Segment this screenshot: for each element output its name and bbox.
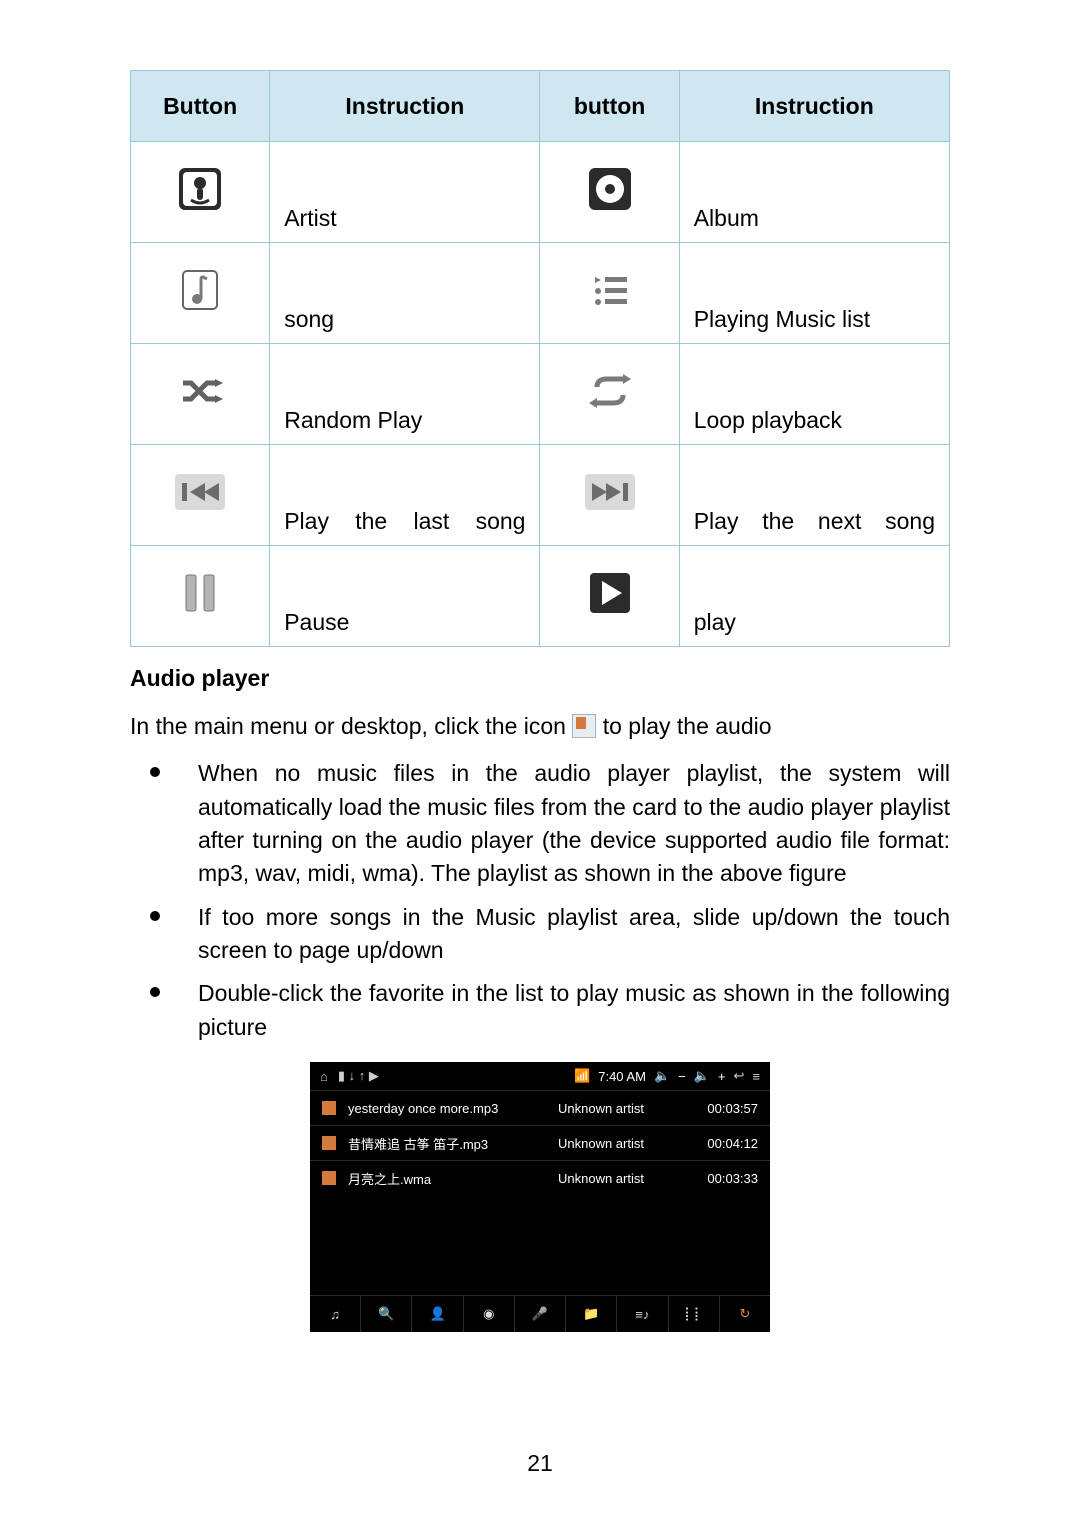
album-icon (587, 166, 633, 212)
track-duration: 00:04:12 (688, 1136, 758, 1151)
nav-settings-icon: ⡇⡇ (669, 1296, 720, 1332)
song-icon (177, 267, 223, 313)
nav-album-icon: ◉ (464, 1296, 515, 1332)
back-arrow-icon: ↩ (734, 1068, 745, 1084)
button-instruction-table: Button Instruction button Instruction Ar… (130, 70, 950, 647)
instr-loop: Loop playback (679, 344, 949, 445)
play-icon (590, 573, 630, 613)
audio-player-intro: In the main menu or desktop, click the i… (130, 710, 950, 743)
nav-search-icon: 🔍 (361, 1296, 412, 1332)
track-title: 月亮之上.wma (348, 1169, 558, 1188)
instr-artist: Artist (270, 142, 540, 243)
intro-after: to play the audio (603, 713, 772, 739)
nav-music-icon: ♫ (310, 1296, 361, 1332)
volume-up-icon: 🔈 (694, 1068, 710, 1084)
artist-icon (177, 166, 223, 212)
table-row: Artist Album (131, 142, 950, 243)
table-header-row: Button Instruction button Instruction (131, 71, 950, 142)
status-time: 7:40 AM (598, 1069, 646, 1084)
instr-random: Random Play (270, 344, 540, 445)
nav-folder-icon: 📁 (566, 1296, 617, 1332)
volume-down-icon: 🔈 (654, 1068, 670, 1084)
nav-playlist-icon: ≡♪ (617, 1296, 668, 1332)
instr-next: Play the next song (679, 445, 949, 546)
menu-icon: ≡ (752, 1069, 760, 1084)
instr-play: play (679, 546, 949, 647)
track-title: yesterday once more.mp3 (348, 1101, 558, 1116)
next-track-icon (585, 474, 635, 510)
track-artist: Unknown artist (558, 1101, 688, 1116)
instr-previous: Play the last song (270, 445, 540, 546)
audio-player-heading: Audio player (130, 665, 950, 692)
signal-icon: 📶 (574, 1068, 590, 1084)
header-button-2: button (540, 71, 679, 142)
track-artist: Unknown artist (558, 1171, 688, 1186)
header-instr-2: Instruction (679, 71, 949, 142)
track-icon (322, 1101, 336, 1115)
previous-track-icon (175, 474, 225, 510)
list-item: When no music files in the audio player … (130, 757, 950, 890)
header-instr-1: Instruction (270, 71, 540, 142)
audio-player-launcher-icon (572, 714, 596, 738)
bullet-dot-icon (150, 767, 160, 777)
nav-refresh-icon: ↻ (720, 1296, 770, 1332)
track-artist: Unknown artist (558, 1136, 688, 1151)
track-title: 昔情难追 古筝 笛子.mp3 (348, 1134, 558, 1153)
screenshot-statusbar: ⌂ ▮ ↓ ↑ ▶ 📶 7:40 AM 🔈− 🔈+ ↩ ≡ (310, 1062, 770, 1090)
bullet-dot-icon (150, 987, 160, 997)
instr-pause: Pause (270, 546, 540, 647)
list-item: Double-click the favorite in the list to… (130, 977, 950, 1044)
track-icon (322, 1171, 336, 1185)
track-icon (322, 1136, 336, 1150)
intro-before: In the main menu or desktop, click the i… (130, 713, 566, 739)
bullet-list: When no music files in the audio player … (130, 757, 950, 1044)
instr-song: song (270, 243, 540, 344)
table-row: Pause play (131, 546, 950, 647)
list-item: If too more songs in the Music playlist … (130, 901, 950, 968)
screenshot-bottom-bar: ♫ 🔍 👤 ◉ 🎤 📁 ≡♪ ⡇⡇ ↻ (310, 1295, 770, 1332)
nav-mic-icon: 🎤 (515, 1296, 566, 1332)
playlist-icon (587, 267, 633, 313)
page-number: 21 (0, 1450, 1080, 1477)
home-icon: ⌂ (320, 1069, 328, 1084)
header-button-1: Button (131, 71, 270, 142)
pause-icon (180, 571, 220, 615)
track-duration: 00:03:33 (688, 1171, 758, 1186)
track-row: yesterday once more.mp3 Unknown artist 0… (310, 1090, 770, 1125)
loop-playback-icon (587, 371, 633, 411)
nav-artist-icon: 👤 (412, 1296, 463, 1332)
track-row: 月亮之上.wma Unknown artist 00:03:33 (310, 1160, 770, 1195)
status-indicators-icon: ▮ ↓ ↑ ▶ (338, 1068, 379, 1084)
track-duration: 00:03:57 (688, 1101, 758, 1116)
bullet-dot-icon (150, 911, 160, 921)
instr-playlist: Playing Music list (679, 243, 949, 344)
table-row: song Playing Music list (131, 243, 950, 344)
table-row: Random Play Loop playback (131, 344, 950, 445)
instr-album: Album (679, 142, 949, 243)
table-row: Play the last song Play the next song (131, 445, 950, 546)
player-screenshot: ⌂ ▮ ↓ ↑ ▶ 📶 7:40 AM 🔈− 🔈+ ↩ ≡ yesterday … (310, 1062, 770, 1332)
track-row: 昔情难追 古筝 笛子.mp3 Unknown artist 00:04:12 (310, 1125, 770, 1160)
random-play-icon (177, 371, 223, 411)
